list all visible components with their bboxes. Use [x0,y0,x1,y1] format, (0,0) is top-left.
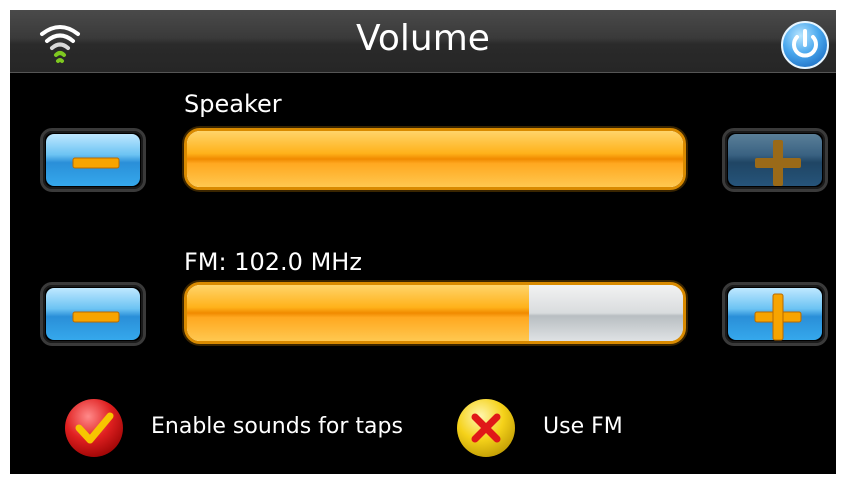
speaker-label: Speaker [184,90,282,118]
speaker-plus-button[interactable] [722,128,828,192]
minus-icon [72,157,120,169]
volume-screen: Volume Speaker FM: 102.0 MHz Enable soun… [10,10,836,474]
title-bar: Volume [10,10,836,73]
speaker-volume-slider[interactable] [184,128,686,190]
plus-icon [754,293,802,341]
power-button[interactable] [780,20,830,70]
speaker-volume-fill [187,131,683,187]
fm-volume-fill [187,285,530,341]
tap-sounds-checkbox[interactable] [62,396,126,460]
speaker-minus-button[interactable] [40,128,146,192]
fm-minus-button[interactable] [40,282,146,346]
plus-icon [755,140,801,186]
fm-volume-slider[interactable] [184,282,686,344]
page-title: Volume [356,18,490,59]
use-fm-checkbox[interactable] [454,396,518,460]
minus-icon [72,311,120,323]
fm-plus-button[interactable] [722,282,828,346]
fm-label: FM: 102.0 MHz [184,248,362,276]
use-fm-label[interactable]: Use FM [543,414,623,439]
tap-sounds-label[interactable]: Enable sounds for taps [151,414,403,439]
